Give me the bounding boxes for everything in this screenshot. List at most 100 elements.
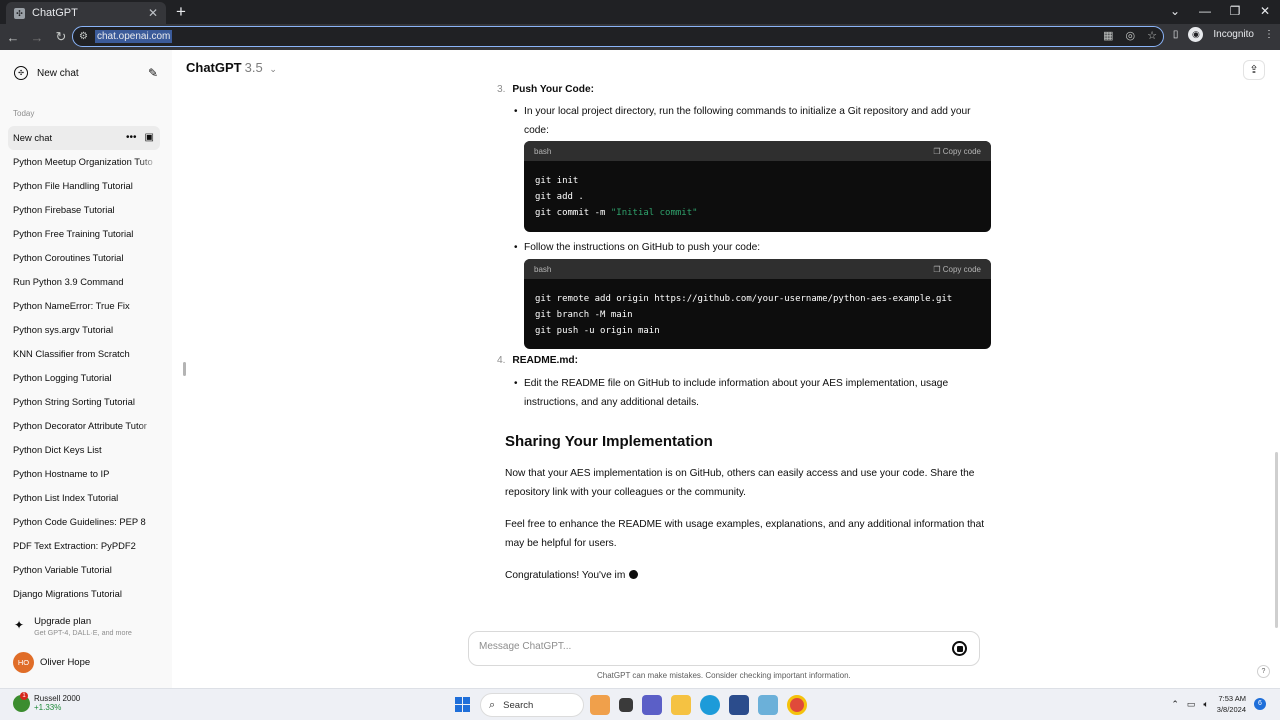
scrollbar[interactable]: [1275, 452, 1278, 628]
chat-item[interactable]: Python NameError: True Fix: [8, 294, 160, 318]
chat-item[interactable]: Python Coroutines Tutorial: [8, 246, 160, 270]
clock[interactable]: 7:53 AM 3/8/2024: [1217, 693, 1246, 715]
share-button[interactable]: ⇪: [1243, 60, 1265, 80]
copy-code-button[interactable]: ❐ Copy code: [933, 265, 981, 274]
step-number: 3.: [497, 84, 506, 95]
step-title: Push Your Code:: [512, 84, 595, 95]
chat-item[interactable]: Python List Index Tutorial: [8, 486, 160, 510]
chevron-up-icon[interactable]: ⌃: [1171, 699, 1179, 710]
archive-icon[interactable]: ▣: [145, 126, 154, 150]
browser-menu-icon[interactable]: ⋮: [1264, 29, 1274, 40]
chat-item[interactable]: PDF Text Extraction: PyPDF2: [8, 534, 160, 558]
windows-start-icon[interactable]: [455, 697, 470, 712]
paragraph: Now that your AES implementation is on G…: [505, 468, 975, 498]
chat-item[interactable]: Python Variable Tutorial: [8, 558, 160, 582]
image-app-icon[interactable]: [758, 695, 778, 715]
copy-code-label: Copy code: [942, 146, 981, 156]
chat-item[interactable]: Python Hostname to IP: [8, 462, 160, 486]
chevron-down-icon: ⌄: [269, 64, 277, 74]
edge-browser-icon[interactable]: [700, 695, 720, 715]
chat-item-label: New chat: [13, 132, 53, 143]
step-3: 3. Push Your Code:: [497, 84, 594, 95]
code-content[interactable]: git init git add . git commit -m "Initial …: [524, 161, 991, 229]
file-explorer-icon[interactable]: [671, 695, 691, 715]
eye-off-icon[interactable]: ◎: [1126, 29, 1136, 42]
chrome-browser-icon[interactable]: [787, 695, 807, 715]
bullet-dot: •: [514, 106, 518, 117]
chat-item[interactable]: Python File Handling Tutorial: [8, 174, 160, 198]
qr-code-icon[interactable]: ▦: [1103, 29, 1113, 42]
chat-item-label: Python Code Guidelines: PEP 8: [13, 516, 146, 527]
more-options-icon[interactable]: •••: [126, 126, 137, 150]
chat-item-label: Django Migrations Tutorial: [13, 588, 122, 599]
chat-item[interactable]: Python Decorator Attribute Tutor: [8, 414, 160, 438]
forward-button[interactable]: →: [26, 30, 48, 45]
back-button[interactable]: ←: [2, 30, 24, 45]
chat-item-active[interactable]: New chat ••• ▣: [8, 126, 160, 150]
chat-item-label: Python Firebase Tutorial: [13, 204, 115, 215]
browser-tab[interactable]: ✣ ChatGPT ✕: [6, 2, 166, 24]
code-line: git init: [535, 176, 579, 186]
message-input[interactable]: [479, 641, 939, 652]
chat-item[interactable]: KNN Classifier from Scratch: [8, 342, 160, 366]
task-view-icon[interactable]: [619, 698, 633, 712]
minimize-button[interactable]: —: [1190, 2, 1220, 20]
sparkle-icon: ✦: [14, 618, 25, 632]
close-window-button[interactable]: ✕: [1250, 2, 1280, 20]
bookmark-star-icon[interactable]: ☆: [1147, 29, 1157, 42]
section-today-label: Today: [13, 109, 35, 118]
search-icon: ⌕: [489, 698, 496, 711]
widgets-app-icon[interactable]: [590, 695, 610, 715]
chat-item[interactable]: Python Meetup Organization Tuto: [8, 150, 160, 174]
edit-icon[interactable]: ✎: [148, 66, 158, 80]
code-line: git remote add origin https://github.com…: [535, 294, 953, 304]
volume-icon[interactable]: 🔈︎: [1203, 699, 1208, 710]
code-line: git branch -M main: [535, 310, 633, 320]
reload-button[interactable]: ↻: [50, 29, 72, 45]
code-line: git commit -m "Initial commit": [535, 205, 980, 221]
toolbar-right: ▯ ◉ Incognito ⋮: [1173, 27, 1274, 42]
chat-item[interactable]: Python String Sorting Tutorial: [8, 390, 160, 414]
sidebar-collapse-handle[interactable]: [183, 362, 186, 376]
close-tab-icon[interactable]: ✕: [148, 6, 158, 20]
tab-title: ChatGPT: [32, 7, 78, 19]
chat-item[interactable]: Django Migrations Tutorial: [8, 582, 160, 606]
notification-badge[interactable]: 6: [1254, 698, 1266, 710]
new-chat-button[interactable]: ✣ New chat ✎: [14, 66, 158, 80]
side-panel-icon[interactable]: ▯: [1173, 29, 1179, 40]
help-button[interactable]: ?: [1257, 665, 1270, 678]
chat-item[interactable]: Python Dict Keys List: [8, 438, 160, 462]
chat-item[interactable]: Python Firebase Tutorial: [8, 198, 160, 222]
network-icon[interactable]: ▭: [1187, 699, 1196, 710]
url-text[interactable]: chat.openai.com: [95, 30, 173, 43]
upgrade-plan-button[interactable]: ✦ Upgrade plan Get GPT-4, DALL·E, and mo…: [14, 616, 132, 637]
chat-item[interactable]: Run Python 3.9 Command: [8, 270, 160, 294]
site-info-icon[interactable]: ⚙: [79, 31, 93, 42]
stock-chart-icon: 1: [13, 691, 30, 712]
incognito-icon[interactable]: ◉: [1188, 27, 1204, 42]
clock-time: 7:53 AM: [1218, 694, 1246, 703]
code-content[interactable]: git remote add origin https://github.com…: [524, 279, 991, 347]
new-tab-button[interactable]: +: [172, 2, 190, 22]
chat-item[interactable]: Python sys.argv Tutorial: [8, 318, 160, 342]
address-bar[interactable]: ⚙ chat.openai.com ▦ ◎ ☆: [72, 26, 1164, 47]
system-tray: ⌃ ▭ 🔈︎ 7:53 AM 3/8/2024 6: [1171, 693, 1266, 715]
copy-code-button[interactable]: ❐ Copy code: [933, 147, 981, 156]
chat-item-label: Python sys.argv Tutorial: [13, 324, 114, 335]
restore-button[interactable]: ❐: [1220, 2, 1250, 20]
bullet-item: • In your local project directory, run t…: [514, 102, 984, 140]
tab-search-icon[interactable]: ⌄: [1160, 2, 1190, 20]
teams-app-icon[interactable]: [642, 695, 662, 715]
chat-item[interactable]: Python Code Guidelines: PEP 8: [8, 510, 160, 534]
stock-widget[interactable]: 1 Russell 2000 +1.33%: [13, 691, 80, 712]
store-app-icon[interactable]: [729, 695, 749, 715]
user-menu[interactable]: HO Oliver Hope: [13, 652, 90, 673]
taskbar-search[interactable]: ⌕ Search: [480, 693, 584, 717]
widget-badge: 1: [20, 691, 28, 700]
code-language: bash: [534, 146, 552, 156]
model-selector[interactable]: ChatGPT 3.5 ⌄: [186, 60, 277, 75]
chat-item[interactable]: Python Free Training Tutorial: [8, 222, 160, 246]
stop-generating-button[interactable]: [952, 641, 967, 656]
step-number: 4.: [497, 355, 506, 366]
chat-item[interactable]: Python Logging Tutorial: [8, 366, 160, 390]
